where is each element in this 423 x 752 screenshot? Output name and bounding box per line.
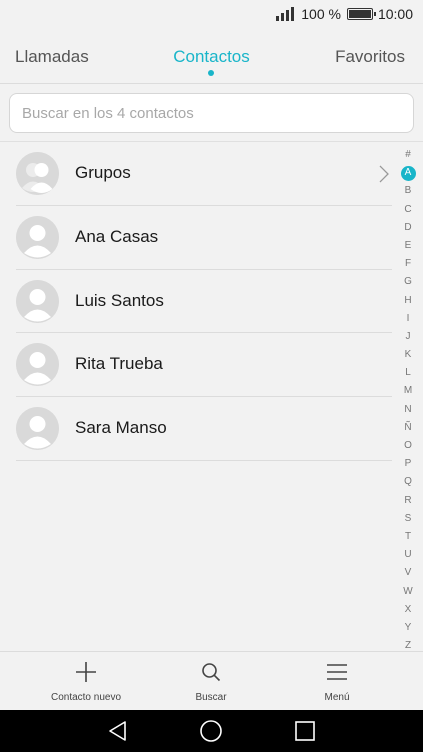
alphabet-letter[interactable]: U	[400, 546, 416, 564]
chevron-right-icon	[379, 165, 389, 183]
contact-name: Luis Santos	[75, 290, 164, 310]
alphabet-letter[interactable]: P	[400, 455, 416, 473]
contact-avatar-icon	[16, 407, 59, 450]
contact-name: Grupos	[75, 163, 131, 182]
alphabet-letter[interactable]: V	[400, 564, 416, 582]
alphabet-letter[interactable]: R	[400, 492, 416, 510]
alphabet-letter[interactable]: X	[400, 601, 416, 619]
alphabet-letter[interactable]: Q	[400, 473, 416, 491]
alphabet-letter[interactable]: K	[400, 346, 416, 364]
contact-name: Ana Casas	[75, 226, 159, 246]
group-avatar-icon	[16, 152, 59, 195]
search-input[interactable]: Buscar en los 4 contactos	[9, 93, 414, 133]
contact-avatar-icon	[16, 279, 59, 323]
alphabet-letter[interactable]: T	[400, 528, 416, 546]
battery-icon	[346, 8, 376, 20]
alphabet-letter[interactable]: O	[400, 437, 416, 455]
menu-label: Menú	[324, 692, 350, 703]
alphabet-letter[interactable]: E	[400, 237, 416, 255]
new-contact-label: Contacto nuevo	[50, 692, 122, 703]
back-icon[interactable]	[107, 720, 129, 742]
alphabet-letter[interactable]: W	[400, 583, 416, 601]
alphabet-letter[interactable]: H	[400, 292, 416, 310]
alphabet-letter[interactable]: S	[400, 510, 416, 528]
contact-name: Rita Trueba	[75, 354, 163, 374]
battery-percent: 100 %	[301, 6, 341, 22]
menu-icon	[327, 664, 347, 680]
alphabet-letter[interactable]: A	[400, 164, 416, 182]
tab-favorites[interactable]: Favoritos	[335, 47, 405, 67]
alphabet-letter[interactable]: F	[400, 255, 416, 273]
search-icon	[202, 663, 221, 682]
alphabet-letter[interactable]: G	[400, 273, 416, 291]
status-icons: 100 % 10:00	[276, 6, 413, 22]
recents-icon[interactable]	[294, 720, 316, 742]
contact-item[interactable]: Rita Trueba	[16, 333, 392, 397]
new-contact-button[interactable]: Contacto nuevo	[16, 652, 156, 711]
contact-item[interactable]: Ana Casas	[16, 206, 392, 270]
contact-name: Sara Manso	[75, 418, 167, 437]
active-tab-indicator	[208, 70, 214, 76]
alphabet-index[interactable]: # A B C D E F G H I J K L M N Ñ O P Q R S T U V W X Y Z	[400, 146, 416, 655]
home-icon[interactable]	[199, 719, 223, 743]
search-button[interactable]: Buscar	[141, 652, 281, 711]
search-label: Buscar	[195, 692, 227, 703]
alphabet-letter[interactable]: L	[400, 364, 416, 382]
alphabet-letter[interactable]: Ñ	[400, 419, 416, 437]
menu-button[interactable]: Menú	[267, 652, 407, 711]
plus-icon	[76, 662, 96, 682]
contact-avatar-icon	[16, 215, 59, 259]
alphabet-letter[interactable]: J	[400, 328, 416, 346]
alphabet-letter[interactable]: I	[400, 310, 416, 328]
signal-icon	[276, 7, 295, 21]
alphabet-letter[interactable]: C	[400, 201, 416, 219]
contact-item[interactable]: Sara Manso	[16, 397, 392, 461]
alphabet-letter[interactable]: M	[400, 382, 416, 400]
alphabet-letter[interactable]: Y	[400, 619, 416, 637]
alphabet-letter[interactable]: Z	[400, 637, 416, 655]
contact-item[interactable]: Luis Santos	[16, 270, 392, 334]
contact-avatar-icon	[16, 343, 59, 387]
alphabet-letter[interactable]: D	[400, 219, 416, 237]
tab-bar: Llamadas Contactos Favoritos	[0, 30, 423, 84]
alphabet-letter[interactable]: #	[400, 146, 416, 164]
bottom-toolbar: Contacto nuevo Buscar Menú	[0, 651, 423, 710]
groups-item[interactable]: Grupos	[16, 142, 392, 206]
clock: 10:00	[377, 6, 413, 22]
navigation-bar	[0, 710, 423, 752]
battery-fill	[348, 10, 371, 18]
status-bar: 100 % 10:00	[0, 0, 423, 30]
contact-list: Grupos Ana Casas Luis Santos Rita Trueba Sar…	[0, 142, 392, 461]
alphabet-letter[interactable]: N	[400, 401, 416, 419]
alphabet-letter[interactable]: B	[400, 182, 416, 200]
